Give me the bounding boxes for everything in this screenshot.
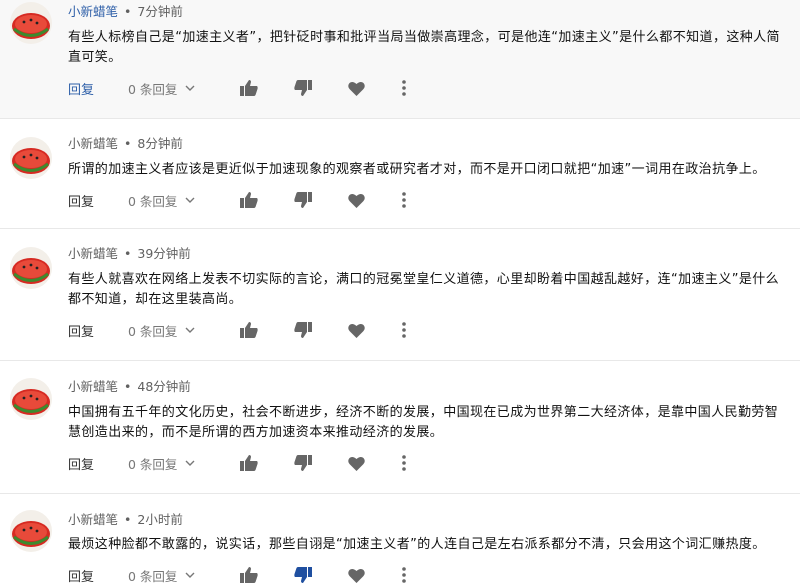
reply-count: 0 条回复 bbox=[128, 81, 178, 97]
reply-button[interactable]: 回复 bbox=[68, 321, 128, 340]
more-options-icon[interactable] bbox=[402, 452, 456, 474]
reply-count: 0 条回复 bbox=[128, 193, 178, 209]
thumbs-down-icon[interactable] bbox=[294, 452, 348, 474]
author-name[interactable]: 小新蜡笔 bbox=[68, 4, 118, 19]
divider bbox=[0, 118, 800, 119]
comment-meta: 小新蜡笔 • 39分钟前 bbox=[68, 246, 191, 262]
more-options-icon[interactable] bbox=[402, 564, 456, 586]
comment-actions: 回复 0 条回复 bbox=[68, 319, 456, 341]
chevron-down-icon bbox=[185, 572, 195, 578]
comment-time[interactable]: 8分钟前 bbox=[137, 136, 182, 151]
reply-count: 0 条回复 bbox=[128, 568, 178, 584]
thumbs-up-icon[interactable] bbox=[240, 564, 294, 586]
comment-text: 最烦这种脸都不敢露的，说实话，那些自诩是“加速主义者”的人连自己是左右派系都分不… bbox=[68, 537, 766, 552]
author-name[interactable]: 小新蜡笔 bbox=[68, 512, 118, 527]
author-name[interactable]: 小新蜡笔 bbox=[68, 379, 118, 394]
comment-actions: 回复 0 条回复 bbox=[68, 77, 456, 99]
avatar[interactable] bbox=[10, 378, 52, 420]
more-options-icon[interactable] bbox=[402, 319, 456, 341]
author-name[interactable]: 小新蜡笔 bbox=[68, 246, 118, 261]
thumbs-down-icon[interactable] bbox=[294, 189, 348, 211]
comment-actions: 回复 0 条回复 bbox=[68, 452, 456, 474]
thumbs-up-icon[interactable] bbox=[240, 189, 294, 211]
thumbs-up-icon[interactable] bbox=[240, 319, 294, 341]
reply-count-toggle[interactable]: 0 条回复 bbox=[128, 566, 240, 585]
comment-time[interactable]: 39分钟前 bbox=[137, 246, 190, 261]
reply-button[interactable]: 回复 bbox=[68, 454, 128, 473]
divider bbox=[0, 228, 800, 229]
comment-text: 有些人就喜欢在网络上发表不切实际的言论，满口的冠冕堂皇仁义道德，心里却盼着中国越… bbox=[68, 272, 780, 307]
thumbs-up-icon[interactable] bbox=[240, 452, 294, 474]
heart-icon[interactable] bbox=[348, 452, 402, 474]
chevron-down-icon bbox=[185, 460, 195, 466]
thumbs-up-icon[interactable] bbox=[240, 77, 294, 99]
comment-meta: 小新蜡笔 • 7分钟前 bbox=[68, 4, 183, 20]
reply-button[interactable]: 回复 bbox=[68, 191, 128, 210]
comment-meta: 小新蜡笔 • 8分钟前 bbox=[68, 136, 183, 152]
thumbs-down-icon[interactable] bbox=[294, 77, 348, 99]
chevron-down-icon bbox=[185, 197, 195, 203]
separator-dot: • bbox=[124, 4, 132, 19]
comment-meta: 小新蜡笔 • 2小时前 bbox=[68, 512, 183, 528]
avatar[interactable] bbox=[10, 510, 52, 552]
heart-icon[interactable] bbox=[348, 77, 402, 99]
heart-icon[interactable] bbox=[348, 564, 402, 586]
reply-button[interactable]: 回复 bbox=[68, 79, 128, 98]
comment-actions: 回复 0 条回复 bbox=[68, 564, 456, 586]
comment-meta: 小新蜡笔 • 48分钟前 bbox=[68, 379, 191, 395]
separator-dot: • bbox=[124, 136, 132, 151]
chevron-down-icon bbox=[185, 85, 195, 91]
author-name[interactable]: 小新蜡笔 bbox=[68, 136, 118, 151]
reply-count-toggle[interactable]: 0 条回复 bbox=[128, 79, 240, 98]
avatar[interactable] bbox=[10, 137, 52, 179]
reply-button[interactable]: 回复 bbox=[68, 566, 128, 585]
comment-time[interactable]: 2小时前 bbox=[137, 512, 182, 527]
comment-text: 中国拥有五千年的文化历史，社会不断进步，经济不断的发展，中国现在已成为世界第二大… bbox=[68, 405, 779, 440]
heart-icon[interactable] bbox=[348, 189, 402, 211]
separator-dot: • bbox=[124, 512, 132, 527]
comment-actions: 回复 0 条回复 bbox=[68, 189, 456, 211]
thumbs-down-icon[interactable] bbox=[294, 564, 348, 586]
more-options-icon[interactable] bbox=[402, 189, 456, 211]
comment-time[interactable]: 48分钟前 bbox=[137, 379, 190, 394]
separator-dot: • bbox=[124, 246, 132, 261]
reply-count-toggle[interactable]: 0 条回复 bbox=[128, 321, 240, 340]
comment-text: 所谓的加速主义者应该是更近似于加速现象的观察者或研究者才对，而不是开口闭口就把“… bbox=[68, 162, 766, 177]
more-options-icon[interactable] bbox=[402, 77, 456, 99]
reply-count-toggle[interactable]: 0 条回复 bbox=[128, 191, 240, 210]
divider bbox=[0, 360, 800, 361]
avatar[interactable] bbox=[10, 247, 52, 289]
comment-text: 有些人标榜自己是“加速主义者”，把针砭时事和批评当局当做崇高理念，可是他连“加速… bbox=[68, 30, 780, 65]
heart-icon[interactable] bbox=[348, 319, 402, 341]
reply-count: 0 条回复 bbox=[128, 323, 178, 339]
thumbs-down-icon[interactable] bbox=[294, 319, 348, 341]
separator-dot: • bbox=[124, 379, 132, 394]
reply-count-toggle[interactable]: 0 条回复 bbox=[128, 454, 240, 473]
avatar[interactable] bbox=[10, 2, 52, 44]
comment-time[interactable]: 7分钟前 bbox=[137, 4, 182, 19]
divider bbox=[0, 493, 800, 494]
chevron-down-icon bbox=[185, 327, 195, 333]
reply-count: 0 条回复 bbox=[128, 456, 178, 472]
